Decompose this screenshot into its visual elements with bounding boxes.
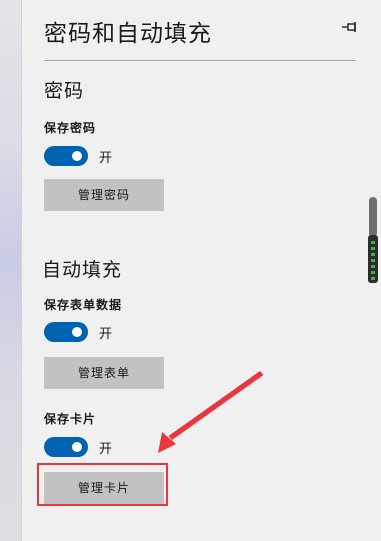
scroll-thumb[interactable] xyxy=(369,197,377,237)
vertical-scrollbar[interactable] xyxy=(366,195,380,285)
scroll-indicator xyxy=(368,235,378,283)
annotation-arrow-icon xyxy=(158,371,264,453)
